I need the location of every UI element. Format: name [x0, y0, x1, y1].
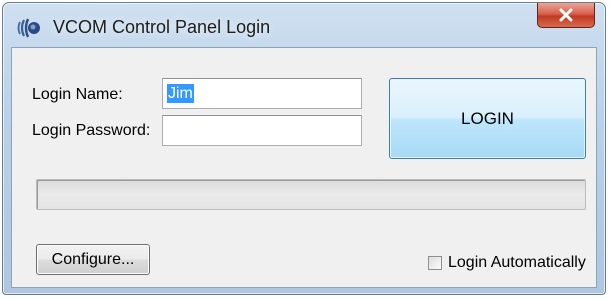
login-password-label: Login Password: — [32, 122, 151, 139]
login-window: VCOM Control Panel Login Login Name: Jim… — [2, 2, 606, 295]
title-bar[interactable]: VCOM Control Panel Login — [3, 3, 605, 47]
login-button[interactable]: LOGIN — [389, 78, 586, 159]
login-password-input[interactable] — [162, 115, 362, 146]
login-name-label: Login Name: — [32, 86, 123, 103]
login-automatically-label[interactable]: Login Automatically — [448, 254, 586, 272]
configure-button[interactable]: Configure... — [36, 244, 150, 275]
window-title: VCOM Control Panel Login — [53, 17, 271, 37]
dialog-body: Login Name: Jim Login Password: LOGIN Co… — [11, 47, 597, 288]
login-automatically-option[interactable]: Login Automatically — [428, 254, 586, 272]
login-name-value: Jim — [167, 84, 194, 103]
login-automatically-checkbox[interactable] — [428, 256, 442, 270]
close-x-icon — [559, 8, 573, 22]
login-name-input[interactable]: Jim — [162, 78, 362, 109]
vcom-app-icon — [17, 18, 40, 38]
login-progress-bar — [36, 179, 586, 210]
close-button[interactable] — [537, 3, 595, 28]
